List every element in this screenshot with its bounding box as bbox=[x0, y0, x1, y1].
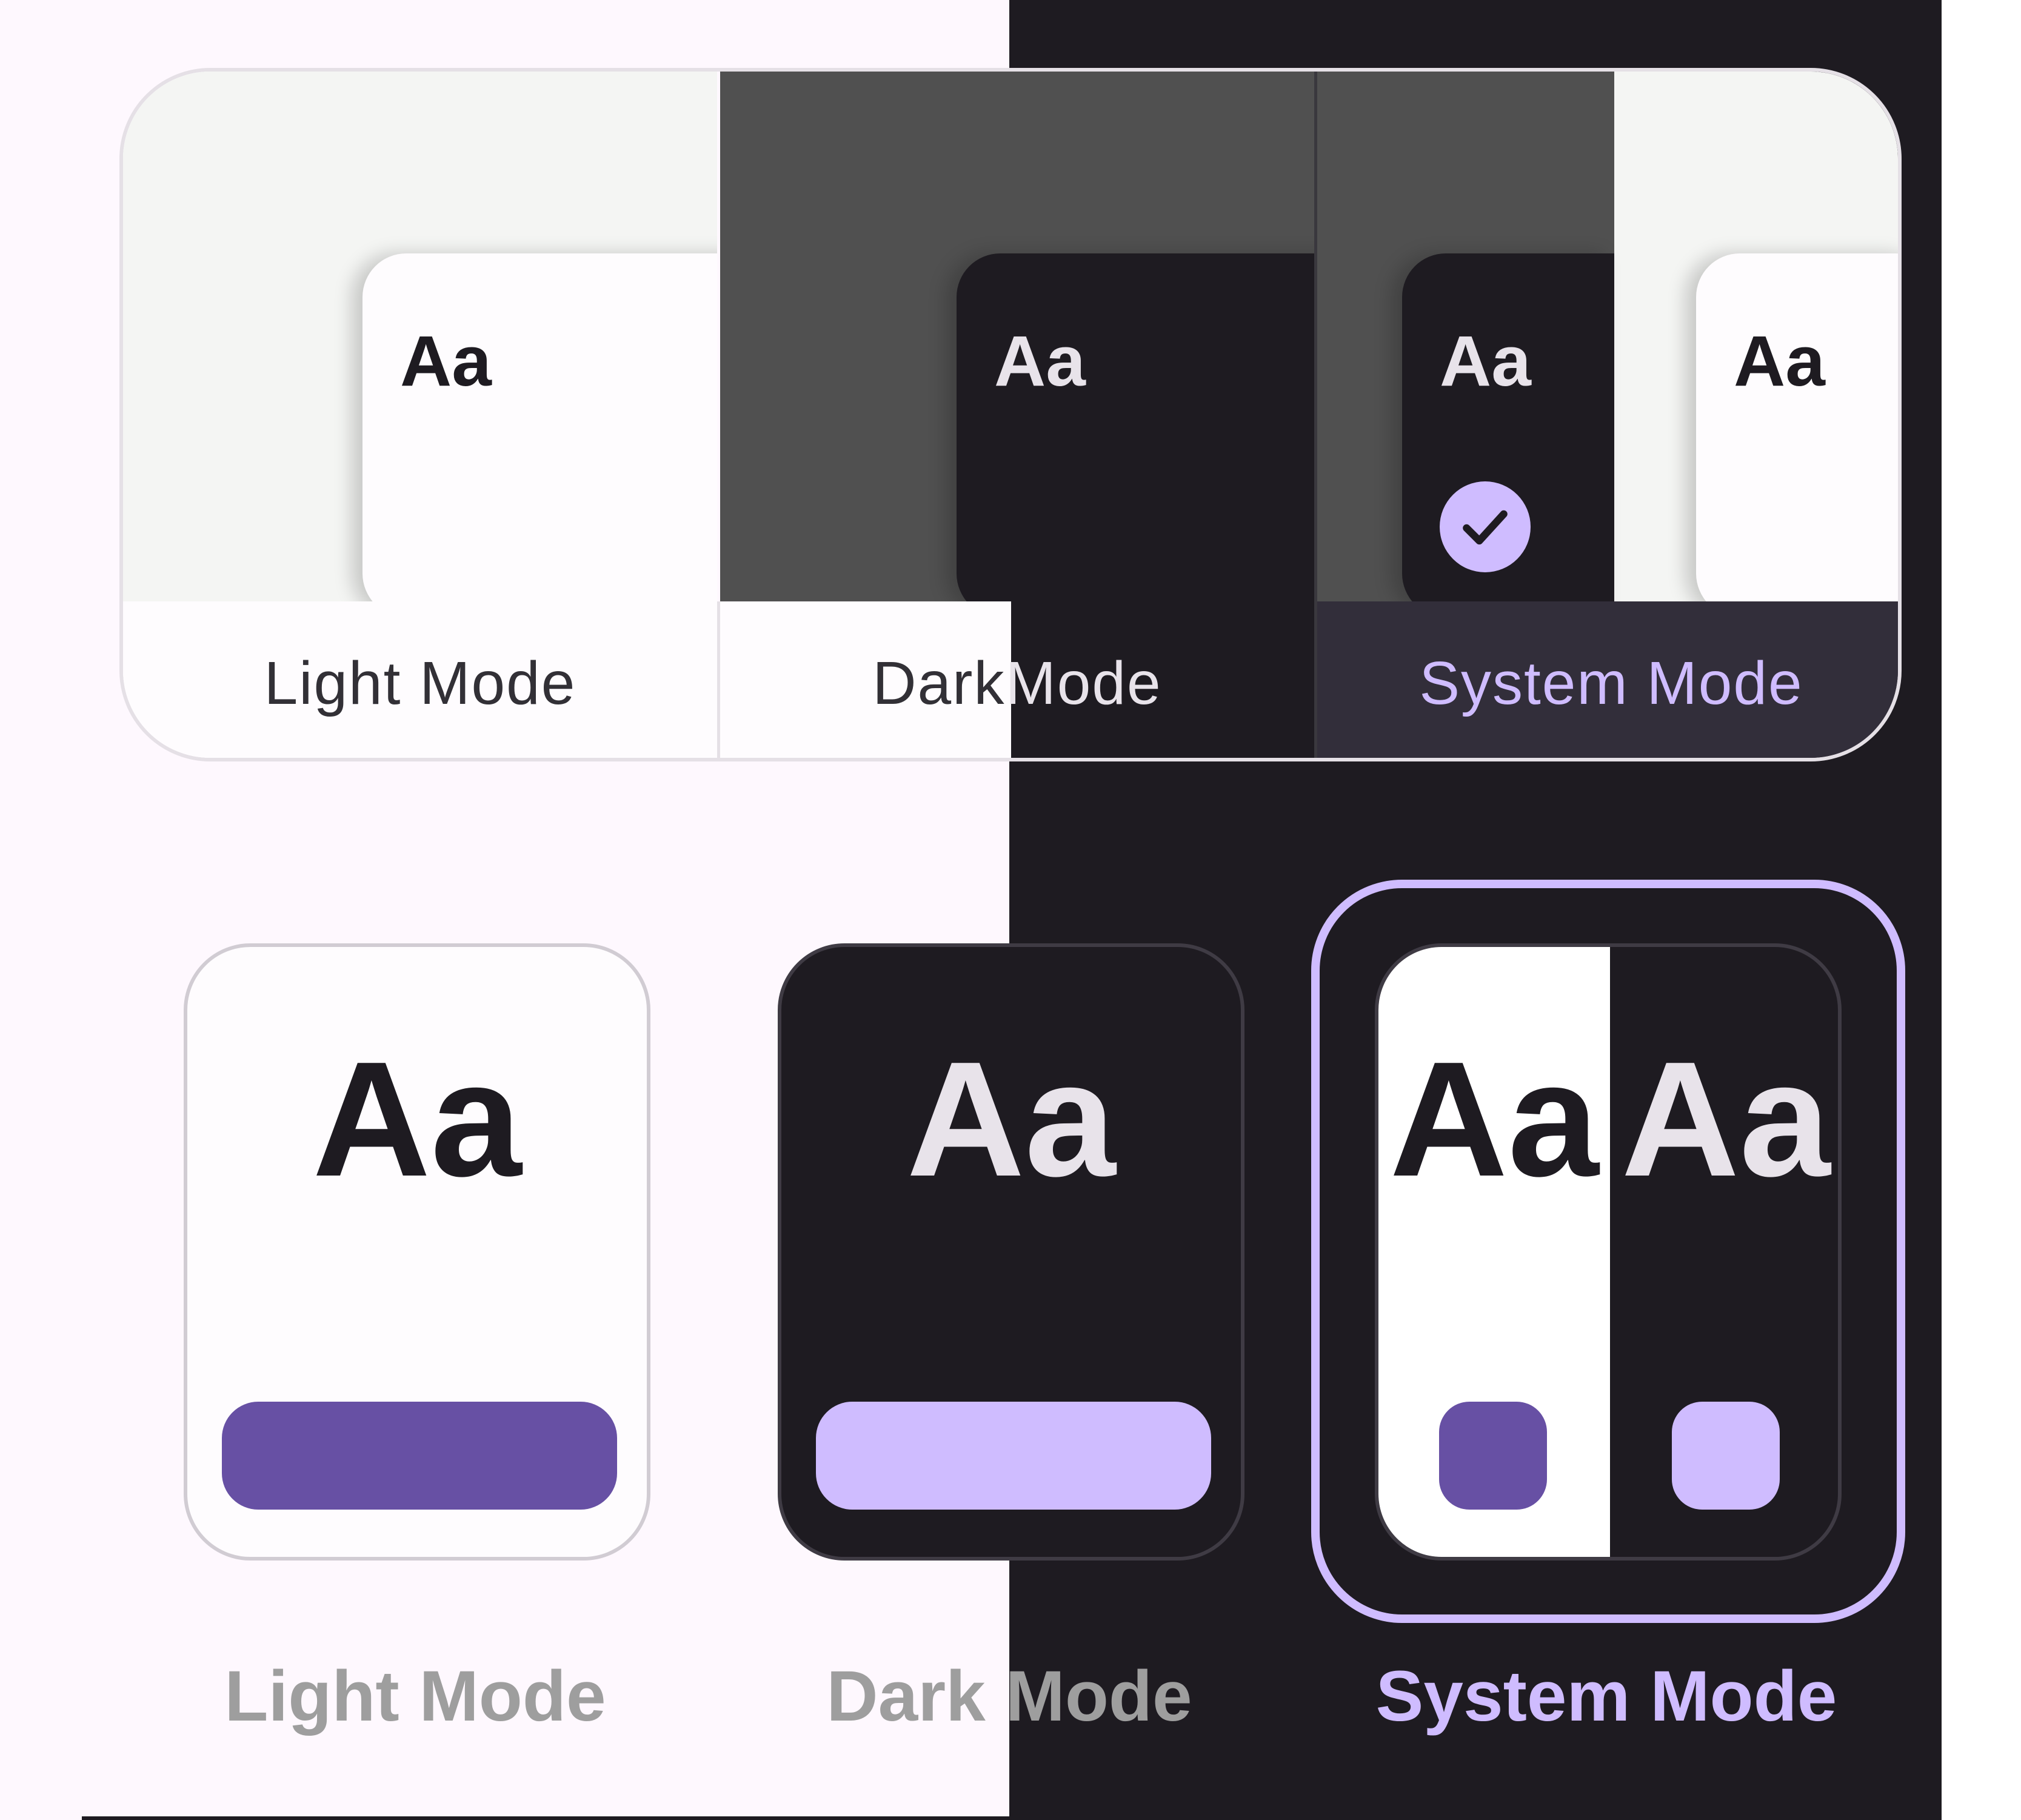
card-aa-text-dark: Aa bbox=[1621, 1028, 1831, 1211]
segment-label: System Mode bbox=[1419, 649, 1803, 717]
segment-dark-mode[interactable]: Aa Dark Mode bbox=[720, 72, 1314, 758]
segment-system-mode[interactable]: Aa Aa System Mode bbox=[1317, 72, 1898, 758]
bottom-divider bbox=[82, 1816, 1942, 1820]
segment-label: Dark Mode bbox=[720, 601, 1314, 758]
dark-preview-card: Aa bbox=[957, 253, 1314, 601]
light-mode-preview: Aa bbox=[123, 72, 717, 601]
preview-aa-text: Aa bbox=[1440, 321, 1531, 401]
card-system-mode[interactable]: Aa Aa bbox=[1375, 943, 1842, 1561]
card-label-light: Light Mode bbox=[224, 1656, 606, 1736]
preview-aa-text: Aa bbox=[994, 321, 1086, 401]
theme-segmented-selector: Aa Light Mode Aa Dark Mode Aa Aa System … bbox=[119, 68, 1902, 761]
card-aa-text: Aa bbox=[312, 1028, 522, 1211]
primary-bar bbox=[222, 1402, 617, 1510]
segment-label: Light Mode bbox=[123, 601, 717, 758]
label-dark-part: Dark bbox=[872, 649, 1006, 717]
dark-mode-preview: Aa bbox=[720, 72, 1314, 601]
card-dark-mode[interactable]: Aa bbox=[778, 943, 1244, 1561]
right-edge-background bbox=[1942, 0, 2021, 1820]
card-aa-text: Aa bbox=[906, 1028, 1116, 1211]
primary-swatch-light bbox=[1439, 1402, 1547, 1510]
primary-swatch-dark bbox=[1672, 1402, 1780, 1510]
preview-aa-text: Aa bbox=[1734, 321, 1825, 401]
label-mode-part: Mode bbox=[1005, 649, 1162, 717]
system-light-preview-card: Aa bbox=[1696, 253, 1898, 601]
card-aa-text-light: Aa bbox=[1389, 1028, 1599, 1211]
card-label-system: System Mode bbox=[1375, 1656, 1837, 1736]
check-circle-icon bbox=[1440, 481, 1531, 572]
preview-aa-text: Aa bbox=[400, 321, 492, 401]
system-mode-preview: Aa Aa bbox=[1317, 72, 1898, 601]
checkmark-icon bbox=[1463, 510, 1508, 545]
primary-bar bbox=[816, 1402, 1211, 1510]
card-label-dark: Dark Mode bbox=[826, 1656, 1192, 1736]
segment-light-mode[interactable]: Aa Light Mode bbox=[123, 72, 717, 758]
card-light-mode[interactable]: Aa bbox=[184, 943, 650, 1561]
light-preview-card: Aa bbox=[362, 253, 717, 601]
system-dark-preview-card: Aa bbox=[1402, 253, 1614, 601]
